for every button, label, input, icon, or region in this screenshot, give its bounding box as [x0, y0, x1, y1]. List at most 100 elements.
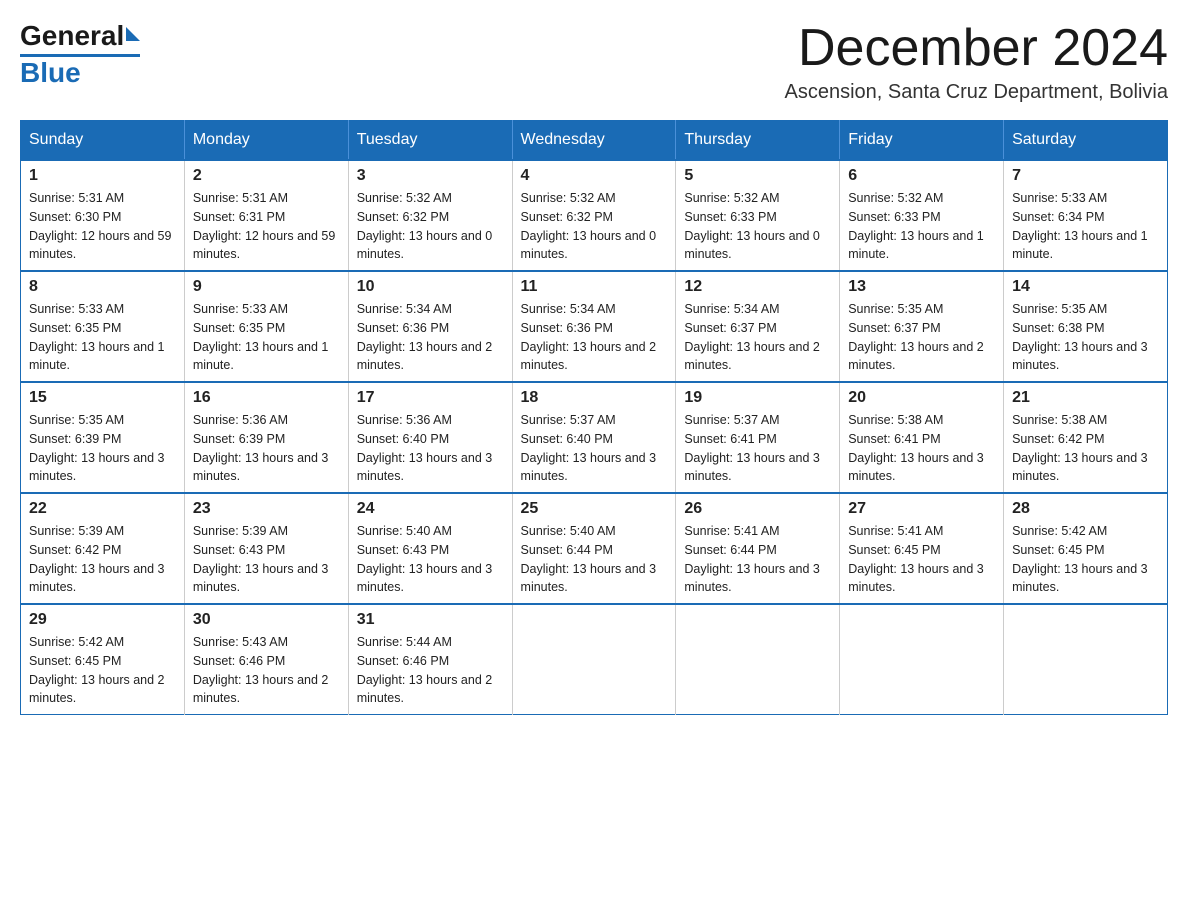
- day-info: Sunrise: 5:42 AM Sunset: 6:45 PM Dayligh…: [29, 633, 176, 708]
- day-info: Sunrise: 5:33 AM Sunset: 6:35 PM Dayligh…: [193, 300, 340, 375]
- calendar-cell: 6 Sunrise: 5:32 AM Sunset: 6:33 PM Dayli…: [840, 160, 1004, 271]
- calendar-cell: 13 Sunrise: 5:35 AM Sunset: 6:37 PM Dayl…: [840, 271, 1004, 382]
- calendar-cell: 29 Sunrise: 5:42 AM Sunset: 6:45 PM Dayl…: [21, 604, 185, 715]
- calendar-cell: 14 Sunrise: 5:35 AM Sunset: 6:38 PM Dayl…: [1004, 271, 1168, 382]
- calendar-cell: 11 Sunrise: 5:34 AM Sunset: 6:36 PM Dayl…: [512, 271, 676, 382]
- day-number: 30: [193, 611, 340, 629]
- day-info: Sunrise: 5:34 AM Sunset: 6:36 PM Dayligh…: [357, 300, 504, 375]
- calendar-cell: 28 Sunrise: 5:42 AM Sunset: 6:45 PM Dayl…: [1004, 493, 1168, 604]
- day-info: Sunrise: 5:40 AM Sunset: 6:43 PM Dayligh…: [357, 522, 504, 597]
- day-number: 25: [521, 500, 668, 518]
- logo: General Blue: [20, 20, 140, 89]
- location-subtitle: Ascension, Santa Cruz Department, Bolivi…: [784, 81, 1168, 104]
- day-info: Sunrise: 5:42 AM Sunset: 6:45 PM Dayligh…: [1012, 522, 1159, 597]
- day-info: Sunrise: 5:35 AM Sunset: 6:37 PM Dayligh…: [848, 300, 995, 375]
- calendar-cell: 2 Sunrise: 5:31 AM Sunset: 6:31 PM Dayli…: [184, 160, 348, 271]
- day-number: 15: [29, 389, 176, 407]
- calendar-cell: 17 Sunrise: 5:36 AM Sunset: 6:40 PM Dayl…: [348, 382, 512, 493]
- title-area: December 2024 Ascension, Santa Cruz Depa…: [784, 20, 1168, 104]
- day-info: Sunrise: 5:38 AM Sunset: 6:41 PM Dayligh…: [848, 411, 995, 486]
- calendar-cell: 16 Sunrise: 5:36 AM Sunset: 6:39 PM Dayl…: [184, 382, 348, 493]
- day-number: 11: [521, 278, 668, 296]
- day-info: Sunrise: 5:31 AM Sunset: 6:30 PM Dayligh…: [29, 189, 176, 264]
- calendar-cell: [512, 604, 676, 715]
- header-saturday: Saturday: [1004, 121, 1168, 161]
- day-info: Sunrise: 5:32 AM Sunset: 6:32 PM Dayligh…: [357, 189, 504, 264]
- logo-text: General: [20, 20, 140, 52]
- day-info: Sunrise: 5:39 AM Sunset: 6:43 PM Dayligh…: [193, 522, 340, 597]
- calendar-cell: 4 Sunrise: 5:32 AM Sunset: 6:32 PM Dayli…: [512, 160, 676, 271]
- page-header: General Blue December 2024 Ascension, Sa…: [20, 20, 1168, 104]
- day-info: Sunrise: 5:43 AM Sunset: 6:46 PM Dayligh…: [193, 633, 340, 708]
- day-number: 13: [848, 278, 995, 296]
- header-wednesday: Wednesday: [512, 121, 676, 161]
- day-info: Sunrise: 5:36 AM Sunset: 6:39 PM Dayligh…: [193, 411, 340, 486]
- day-number: 29: [29, 611, 176, 629]
- day-info: Sunrise: 5:37 AM Sunset: 6:40 PM Dayligh…: [521, 411, 668, 486]
- calendar-week-2: 8 Sunrise: 5:33 AM Sunset: 6:35 PM Dayli…: [21, 271, 1168, 382]
- calendar-cell: 21 Sunrise: 5:38 AM Sunset: 6:42 PM Dayl…: [1004, 382, 1168, 493]
- day-info: Sunrise: 5:32 AM Sunset: 6:33 PM Dayligh…: [848, 189, 995, 264]
- month-title: December 2024: [784, 20, 1168, 77]
- day-number: 4: [521, 167, 668, 185]
- calendar-cell: 12 Sunrise: 5:34 AM Sunset: 6:37 PM Dayl…: [676, 271, 840, 382]
- calendar-cell: 26 Sunrise: 5:41 AM Sunset: 6:44 PM Dayl…: [676, 493, 840, 604]
- calendar-cell: 31 Sunrise: 5:44 AM Sunset: 6:46 PM Dayl…: [348, 604, 512, 715]
- day-number: 7: [1012, 167, 1159, 185]
- day-info: Sunrise: 5:33 AM Sunset: 6:34 PM Dayligh…: [1012, 189, 1159, 264]
- day-info: Sunrise: 5:40 AM Sunset: 6:44 PM Dayligh…: [521, 522, 668, 597]
- day-number: 2: [193, 167, 340, 185]
- day-info: Sunrise: 5:37 AM Sunset: 6:41 PM Dayligh…: [684, 411, 831, 486]
- calendar-cell: 22 Sunrise: 5:39 AM Sunset: 6:42 PM Dayl…: [21, 493, 185, 604]
- day-number: 31: [357, 611, 504, 629]
- calendar-cell: 30 Sunrise: 5:43 AM Sunset: 6:46 PM Dayl…: [184, 604, 348, 715]
- day-number: 20: [848, 389, 995, 407]
- calendar-cell: [840, 604, 1004, 715]
- calendar-week-1: 1 Sunrise: 5:31 AM Sunset: 6:30 PM Dayli…: [21, 160, 1168, 271]
- day-number: 21: [1012, 389, 1159, 407]
- calendar-week-5: 29 Sunrise: 5:42 AM Sunset: 6:45 PM Dayl…: [21, 604, 1168, 715]
- calendar-cell: 1 Sunrise: 5:31 AM Sunset: 6:30 PM Dayli…: [21, 160, 185, 271]
- day-info: Sunrise: 5:32 AM Sunset: 6:33 PM Dayligh…: [684, 189, 831, 264]
- day-number: 18: [521, 389, 668, 407]
- day-number: 16: [193, 389, 340, 407]
- calendar-cell: 20 Sunrise: 5:38 AM Sunset: 6:41 PM Dayl…: [840, 382, 1004, 493]
- header-friday: Friday: [840, 121, 1004, 161]
- day-info: Sunrise: 5:35 AM Sunset: 6:39 PM Dayligh…: [29, 411, 176, 486]
- day-info: Sunrise: 5:35 AM Sunset: 6:38 PM Dayligh…: [1012, 300, 1159, 375]
- day-info: Sunrise: 5:36 AM Sunset: 6:40 PM Dayligh…: [357, 411, 504, 486]
- calendar-cell: 25 Sunrise: 5:40 AM Sunset: 6:44 PM Dayl…: [512, 493, 676, 604]
- day-number: 28: [1012, 500, 1159, 518]
- day-number: 27: [848, 500, 995, 518]
- day-number: 5: [684, 167, 831, 185]
- calendar-cell: 24 Sunrise: 5:40 AM Sunset: 6:43 PM Dayl…: [348, 493, 512, 604]
- calendar-cell: 19 Sunrise: 5:37 AM Sunset: 6:41 PM Dayl…: [676, 382, 840, 493]
- day-number: 17: [357, 389, 504, 407]
- day-info: Sunrise: 5:32 AM Sunset: 6:32 PM Dayligh…: [521, 189, 668, 264]
- day-number: 23: [193, 500, 340, 518]
- day-number: 22: [29, 500, 176, 518]
- day-info: Sunrise: 5:39 AM Sunset: 6:42 PM Dayligh…: [29, 522, 176, 597]
- calendar-cell: [1004, 604, 1168, 715]
- logo-general: General: [20, 20, 124, 52]
- day-number: 26: [684, 500, 831, 518]
- header-monday: Monday: [184, 121, 348, 161]
- day-number: 9: [193, 278, 340, 296]
- header-thursday: Thursday: [676, 121, 840, 161]
- logo-blue: Blue: [20, 57, 81, 89]
- day-info: Sunrise: 5:34 AM Sunset: 6:37 PM Dayligh…: [684, 300, 831, 375]
- calendar-cell: [676, 604, 840, 715]
- day-number: 10: [357, 278, 504, 296]
- calendar-cell: 27 Sunrise: 5:41 AM Sunset: 6:45 PM Dayl…: [840, 493, 1004, 604]
- day-info: Sunrise: 5:41 AM Sunset: 6:45 PM Dayligh…: [848, 522, 995, 597]
- calendar-cell: 10 Sunrise: 5:34 AM Sunset: 6:36 PM Dayl…: [348, 271, 512, 382]
- day-info: Sunrise: 5:34 AM Sunset: 6:36 PM Dayligh…: [521, 300, 668, 375]
- day-info: Sunrise: 5:38 AM Sunset: 6:42 PM Dayligh…: [1012, 411, 1159, 486]
- calendar-cell: 9 Sunrise: 5:33 AM Sunset: 6:35 PM Dayli…: [184, 271, 348, 382]
- day-number: 8: [29, 278, 176, 296]
- day-number: 14: [1012, 278, 1159, 296]
- logo-triangle-icon: [126, 27, 140, 41]
- calendar-cell: 18 Sunrise: 5:37 AM Sunset: 6:40 PM Dayl…: [512, 382, 676, 493]
- calendar-week-3: 15 Sunrise: 5:35 AM Sunset: 6:39 PM Dayl…: [21, 382, 1168, 493]
- calendar-cell: 7 Sunrise: 5:33 AM Sunset: 6:34 PM Dayli…: [1004, 160, 1168, 271]
